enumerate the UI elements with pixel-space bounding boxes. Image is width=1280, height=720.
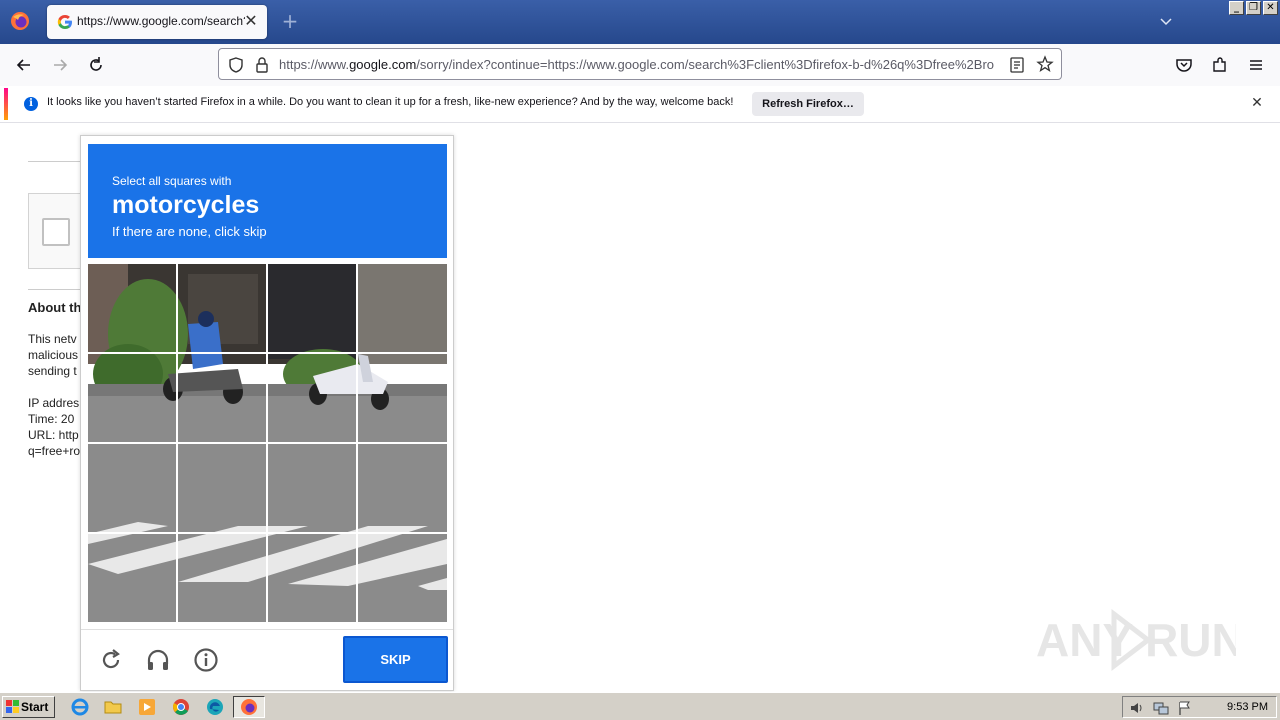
lock-icon[interactable] bbox=[254, 56, 270, 74]
footer-divider bbox=[81, 629, 453, 630]
notification-message: It looks like you haven’t started Firefo… bbox=[47, 96, 734, 108]
about-heading: About th bbox=[28, 300, 82, 315]
pocket-icon[interactable] bbox=[1174, 55, 1194, 75]
tab-close-icon[interactable]: ✕ bbox=[243, 12, 259, 30]
tab-list-chevron-icon[interactable] bbox=[1158, 12, 1174, 30]
headphones-icon[interactable] bbox=[145, 647, 171, 673]
anyrun-watermark-logo: ANY RUN bbox=[1036, 608, 1236, 672]
forward-arrow-icon[interactable] bbox=[50, 55, 70, 75]
address-bar[interactable]: https://www.google.com/sorry/index?conti… bbox=[218, 48, 1062, 80]
body-line: malicious bbox=[28, 348, 79, 362]
captcha-image-grid bbox=[88, 264, 447, 622]
info-icon: i bbox=[24, 97, 38, 111]
watermark-text: ANY RUN bbox=[1036, 614, 1236, 666]
windows-taskbar: Start 9:53 PM bbox=[0, 692, 1280, 720]
divider bbox=[28, 161, 88, 162]
close-window-button[interactable]: ✕ bbox=[1263, 1, 1278, 15]
bookmark-star-icon[interactable] bbox=[1036, 55, 1054, 73]
system-clock[interactable]: 9:53 PM bbox=[1227, 701, 1268, 713]
edge-icon[interactable] bbox=[206, 698, 224, 716]
instruction-text: Select all squares with bbox=[112, 174, 232, 188]
captcha-challenge-popup: Select all squares with motorcycles If t… bbox=[80, 135, 454, 691]
volume-icon[interactable] bbox=[1129, 700, 1145, 716]
folder-icon[interactable] bbox=[104, 698, 122, 716]
url-text: https://www.google.com/sorry/index?conti… bbox=[279, 57, 994, 72]
reader-view-icon[interactable] bbox=[1009, 56, 1025, 74]
extensions-puzzle-icon[interactable] bbox=[1210, 55, 1230, 75]
network-icon[interactable] bbox=[1153, 700, 1169, 716]
minimize-button[interactable]: _ bbox=[1229, 1, 1244, 15]
google-favicon-icon bbox=[57, 15, 72, 29]
firefox-icon bbox=[241, 699, 257, 715]
window-controls: _ ❐ ✕ bbox=[1229, 1, 1278, 15]
reload-icon[interactable] bbox=[98, 647, 124, 673]
hamburger-menu-icon[interactable] bbox=[1246, 55, 1266, 75]
target-object-text: motorcycles bbox=[112, 191, 260, 219]
reload-icon[interactable] bbox=[86, 55, 106, 75]
back-arrow-icon[interactable] bbox=[14, 55, 34, 75]
firefox-menu-icon[interactable] bbox=[10, 11, 30, 31]
start-button[interactable]: Start bbox=[2, 696, 55, 718]
body-line: IP addres bbox=[28, 396, 80, 410]
browser-tab[interactable]: https://www.google.com/search?c ✕ bbox=[47, 5, 267, 39]
notification-close-icon[interactable]: ✕ bbox=[1250, 95, 1264, 111]
action-center-flag-icon[interactable] bbox=[1177, 700, 1193, 716]
captcha-instructions: Select all squares with motorcycles If t… bbox=[88, 144, 447, 258]
body-line: This netv bbox=[28, 332, 77, 346]
new-tab-button[interactable]: + bbox=[280, 10, 300, 32]
divider bbox=[28, 289, 88, 290]
navigation-toolbar: https://www.google.com/sorry/index?conti… bbox=[0, 44, 1280, 86]
start-label: Start bbox=[21, 700, 49, 714]
recaptcha-widget bbox=[28, 193, 88, 269]
body-line[interactable]: q=free+ro bbox=[28, 444, 80, 458]
restore-button[interactable]: ❐ bbox=[1246, 1, 1261, 15]
info-icon[interactable] bbox=[193, 647, 219, 673]
body-line: Time: 20 bbox=[28, 412, 75, 426]
windows-logo-icon bbox=[6, 700, 19, 713]
skip-button[interactable]: SKIP bbox=[343, 636, 448, 683]
internet-explorer-icon[interactable] bbox=[71, 698, 89, 716]
firefox-taskbar-button[interactable] bbox=[233, 696, 265, 718]
body-line: sending t bbox=[28, 364, 77, 378]
tracking-shield-icon[interactable] bbox=[227, 56, 245, 74]
hint-text: If there are none, click skip bbox=[112, 224, 267, 239]
tab-title: https://www.google.com/search?c bbox=[77, 14, 245, 28]
title-bar: https://www.google.com/search?c ✕ + _ ❐ … bbox=[0, 0, 1280, 44]
media-player-icon[interactable] bbox=[138, 698, 156, 716]
chrome-icon[interactable] bbox=[172, 698, 190, 716]
refresh-firefox-button[interactable]: Refresh Firefox… bbox=[752, 92, 864, 116]
notification-bar: i It looks like you haven’t started Fire… bbox=[4, 88, 1276, 120]
system-tray: 9:53 PM bbox=[1122, 696, 1277, 718]
recaptcha-checkbox[interactable] bbox=[42, 218, 70, 246]
body-line[interactable]: URL: http bbox=[28, 428, 79, 442]
